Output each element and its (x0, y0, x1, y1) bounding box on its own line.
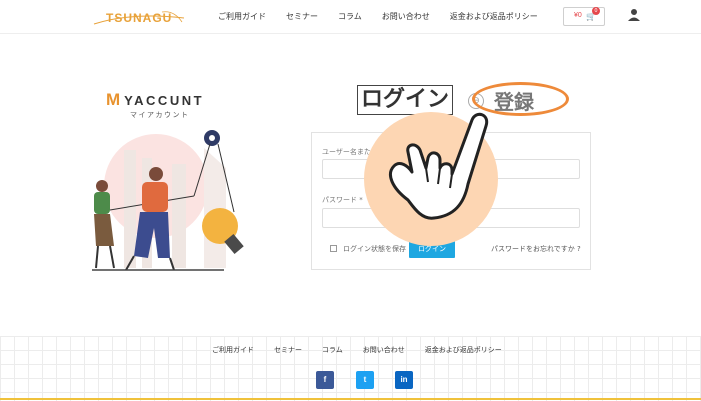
header-nav: ご利用ガイド セミナー コラム お問い合わせ 返金および返品ポリシー (218, 11, 558, 22)
site-footer: ご利用ガイド セミナー コラム お問い合わせ 返金および返品ポリシー (0, 336, 701, 401)
remember-checkbox[interactable] (330, 245, 337, 252)
twitter-icon[interactable]: t (356, 371, 374, 389)
password-label: パスワード * (322, 196, 363, 204)
footer-nav: ご利用ガイド セミナー コラム お問い合わせ 返金および返品ポリシー (212, 345, 522, 355)
account-title-initial: M (106, 90, 121, 109)
cart-count-badge: 0 (592, 7, 600, 15)
footer-nav-column[interactable]: コラム (322, 345, 343, 355)
account-title-rest: YACCUNT (124, 93, 205, 108)
user-icon[interactable] (627, 8, 641, 22)
nav-item-refund[interactable]: 返金および返品ポリシー (450, 11, 538, 22)
account-subtitle: マイアカウント (130, 111, 190, 119)
site-logo[interactable]: TSUNAGU (92, 8, 188, 28)
logo-text: TSUNAGU (106, 11, 173, 25)
account-title: M YACCUNT (106, 90, 204, 110)
nav-item-seminar[interactable]: セミナー (286, 11, 318, 22)
remember-label: ログイン状態を保存 (343, 245, 406, 253)
nav-item-guide[interactable]: ご利用ガイド (218, 11, 266, 22)
nav-item-contact[interactable]: お問い合わせ (382, 11, 430, 22)
footer-accent-line (0, 398, 701, 400)
footer-nav-guide[interactable]: ご利用ガイド (212, 345, 254, 355)
footer-nav-contact[interactable]: お問い合わせ (363, 345, 405, 355)
cart-button[interactable]: ¥0 🛒 0 (563, 7, 605, 26)
linkedin-icon[interactable]: in (395, 371, 413, 389)
facebook-icon[interactable]: f (316, 371, 334, 389)
footer-nav-refund[interactable]: 返金および返品ポリシー (425, 345, 502, 355)
forgot-password-link[interactable]: パスワードをお忘れですか ? (491, 244, 581, 254)
site-header: TSUNAGU ご利用ガイド セミナー コラム お問い合わせ 返金および返品ポリ… (0, 0, 701, 34)
pointing-hand-icon (389, 112, 489, 220)
cart-price: ¥0 (574, 12, 582, 19)
account-illustration (92, 130, 244, 271)
username-label: ユーザー名また (322, 148, 371, 156)
nav-item-column[interactable]: コラム (338, 11, 362, 22)
footer-nav-seminar[interactable]: セミナー (274, 345, 302, 355)
